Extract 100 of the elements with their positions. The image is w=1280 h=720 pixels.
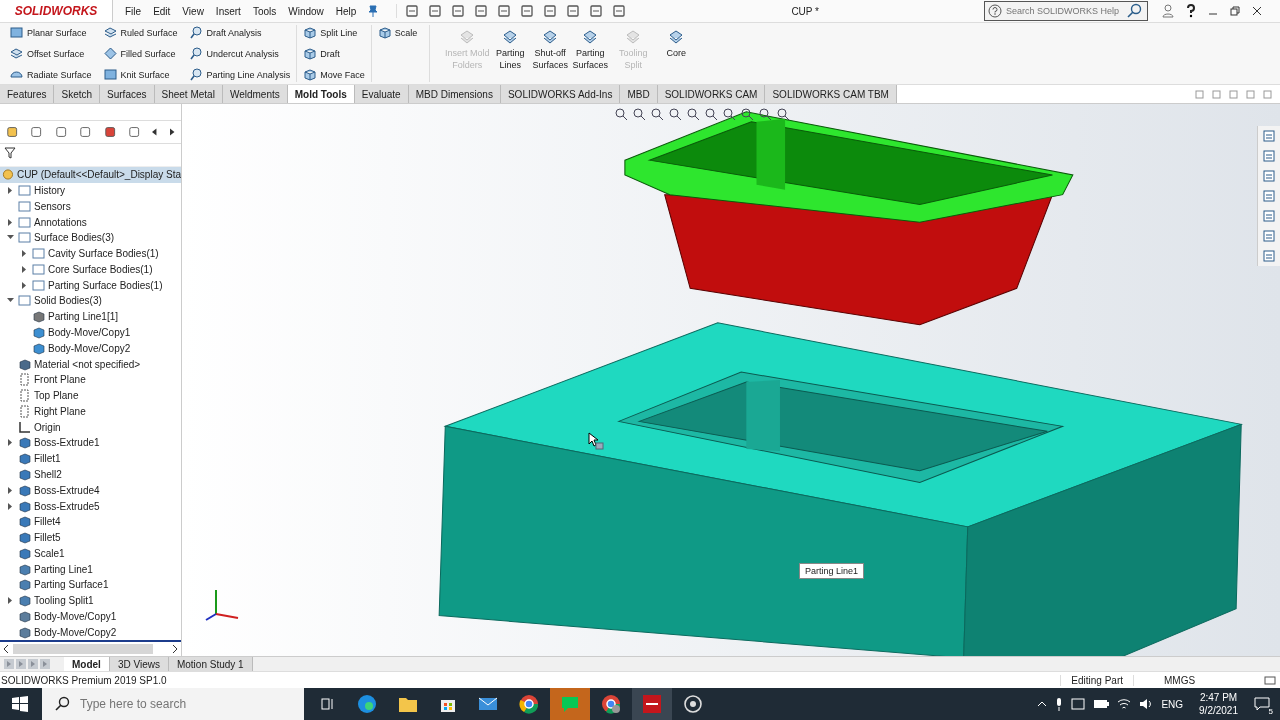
help-icon[interactable] [1186,4,1196,18]
ribbon-button[interactable]: Radiate Surface [8,67,94,82]
tray-app-icon[interactable] [1071,698,1086,710]
task-pane-icon[interactable] [1262,169,1276,183]
recorder-icon[interactable] [683,694,703,714]
toolbar-icon[interactable] [451,4,466,18]
mail-icon[interactable] [478,696,498,712]
tree-item[interactable]: Shell2 [34,469,62,480]
ribbon-tab[interactable]: SOLIDWORKS CAM TBM [765,85,897,103]
toolbar-icon[interactable] [589,4,604,18]
tree-item[interactable]: Sensors [34,200,71,212]
restore-icon[interactable] [1230,6,1240,16]
expand-arrow-icon[interactable] [22,265,27,273]
chrome-icon[interactable] [519,694,539,714]
expand-arrow-icon[interactable] [8,486,13,494]
tree-item[interactable]: Surface Bodies(3) [34,232,115,244]
ribbon-button[interactable]: Core [656,25,697,82]
tree-item[interactable]: Solid Bodies(3) [34,295,102,307]
ribbon-button[interactable]: Filled Surface [101,46,180,61]
task-pane-icon[interactable] [1262,189,1276,203]
ribbon-button[interactable]: Knit Surface [101,67,180,82]
ribbon-button[interactable]: Parting Lines [490,25,531,82]
tree-item[interactable]: Annotations [34,216,87,228]
menu-item[interactable]: Edit [147,5,177,17]
tree-item[interactable]: Parting Surface Bodies(1) [48,279,163,291]
toolbar-icon[interactable] [405,4,420,18]
ribbon-button[interactable]: Shut-off Surfaces [530,25,571,82]
windows-start-icon[interactable] [12,696,28,712]
view-toolbar-icon[interactable] [740,107,754,121]
ribbon-tab[interactable]: Sheet Metal [154,85,223,103]
panel-tab-icon[interactable] [54,125,68,139]
notification-icon[interactable] [1254,697,1270,711]
expand-arrow-icon[interactable] [8,502,13,510]
ribbon-tab[interactable]: Sketch [54,85,101,103]
ribbon-button[interactable]: Parting Surfaces [570,25,611,82]
toolbar-icon[interactable] [428,4,443,18]
ribbon-button[interactable]: Undercut Analysis [187,46,293,61]
bottom-tab[interactable]: Motion Study 1 [168,657,253,671]
search-icon[interactable] [1127,3,1143,19]
menu-item[interactable]: File [119,5,148,17]
scrollbar-thumb[interactable] [13,644,153,655]
menu-item[interactable]: Insert [209,5,247,17]
task-pane-icon[interactable] [1262,129,1276,143]
tree-item[interactable]: Parting Line1 [34,563,93,575]
clock-date[interactable]: 9/2/2021 [1199,704,1238,717]
tree-item[interactable]: Front Plane [34,374,86,386]
language-indicator[interactable]: ENG [1161,698,1184,710]
status-icon[interactable] [1264,674,1276,686]
task-pane-icon[interactable] [1262,249,1276,263]
ribbon-tab[interactable]: SOLIDWORKS Add-Ins [500,85,621,103]
tree-item[interactable]: Parting Line1[1] [48,311,119,323]
tree-item[interactable]: Right Plane [34,405,86,417]
browser-icon[interactable] [357,694,377,714]
tree-item[interactable]: Top Plane [34,390,79,402]
toolbar-icon[interactable] [612,4,627,18]
tree-item[interactable]: Material <not specified> [34,358,141,370]
ribbon-button[interactable]: Offset Surface [8,46,94,61]
expand-arrow-icon[interactable] [8,186,13,194]
battery-icon[interactable] [1093,699,1110,709]
ribbon-tab[interactable]: Evaluate [354,85,409,103]
close-icon[interactable] [1252,6,1262,16]
filter-icon[interactable] [4,147,16,159]
microphone-icon[interactable] [1055,697,1064,711]
tree-item[interactable]: Fillet5 [34,532,61,544]
menu-item[interactable]: View [176,5,210,17]
toolbar-icon[interactable] [566,4,581,18]
ribbon-tab[interactable]: Features [0,85,55,103]
ribbon-button[interactable]: Move Face [301,67,367,82]
task-pane-icon[interactable] [1262,209,1276,223]
bottom-tab[interactable]: 3D Views [109,657,169,671]
solidworks-app-icon[interactable] [642,694,662,714]
view-toolbar-icon[interactable] [686,107,700,121]
tree-item[interactable]: Boss-Extrude4 [34,484,100,496]
ribbon-tab[interactable]: MBD Dimensions [408,85,501,103]
ribbon-button[interactable]: Draft Analysis [187,25,293,40]
user-icon[interactable] [1162,4,1174,18]
ribbon-button[interactable]: Scale [375,25,420,40]
menu-item[interactable]: Tools [246,5,283,17]
ribbon-tab[interactable]: SOLIDWORKS CAM [657,85,766,103]
scroll-right-icon[interactable] [169,128,175,136]
tree-item[interactable]: Boss-Extrude5 [34,500,100,512]
tree-item[interactable]: Parting Surface1 [34,579,109,591]
panel-tab-icon[interactable] [79,125,92,139]
task-pane-icon[interactable] [1262,229,1276,243]
help-search-field[interactable]: Search SOLIDWORKS Help [984,1,1148,21]
tree-item[interactable]: Body-Move/Copy2 [48,342,131,354]
tree-item[interactable]: Cavity Surface Bodies(1) [48,248,159,260]
view-toolbar-icon[interactable] [668,107,682,121]
tree-item[interactable]: Scale1 [34,547,65,559]
menu-item[interactable]: Window [282,5,330,17]
ribbon-button[interactable]: Draft [301,46,367,61]
tree-item[interactable]: Body-Move/Copy1 [34,611,117,623]
view-toolbar-icon[interactable] [650,107,664,121]
tree-item[interactable]: Boss-Extrude1 [34,437,100,449]
task-pane-icon[interactable] [1262,149,1276,163]
tree-item[interactable]: Fillet4 [34,516,61,528]
collapse-arrow-icon[interactable] [7,298,14,304]
chrome-icon[interactable] [601,694,621,714]
view-toolbar-icon[interactable] [776,107,790,121]
speaker-icon[interactable] [1139,698,1154,710]
